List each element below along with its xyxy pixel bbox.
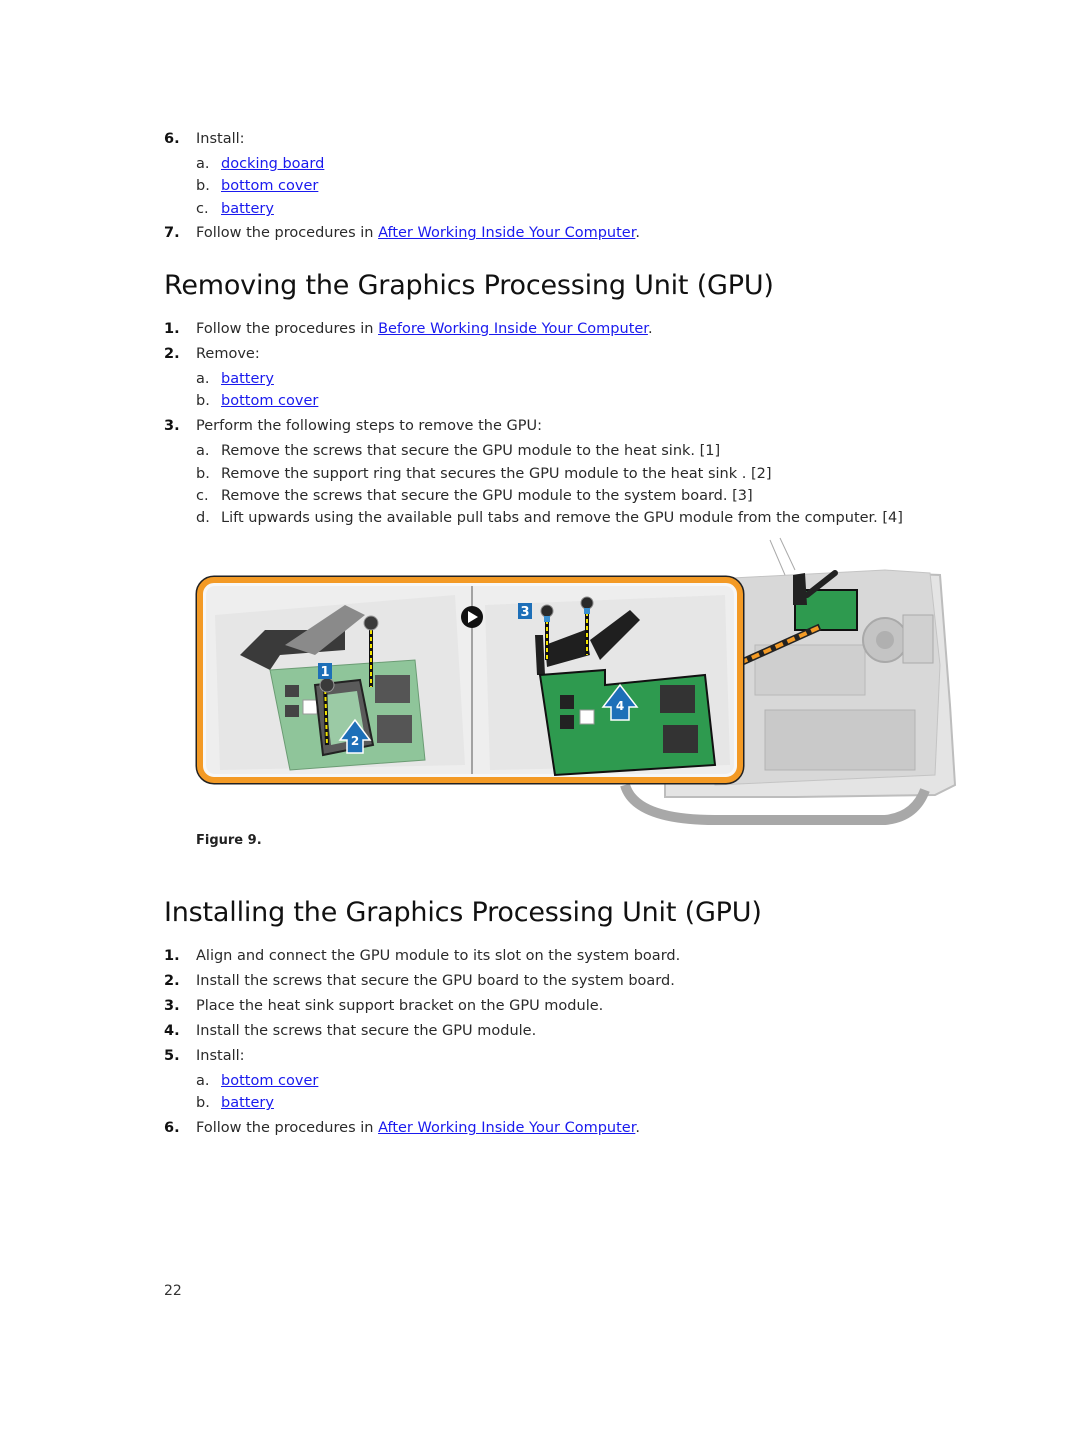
- step-number: 2.: [164, 973, 180, 989]
- next-step-icon: [461, 606, 483, 628]
- step-number: 3.: [164, 418, 180, 434]
- step-text: Perform the following steps to remove th…: [196, 418, 542, 434]
- step-number: 5.: [164, 1048, 180, 1064]
- item-text: Lift upwards using the available pull ta…: [221, 510, 903, 526]
- item-letter: b.: [196, 178, 210, 194]
- step-text: Install the screws that secure the GPU m…: [196, 1023, 537, 1039]
- bottom-cover-link[interactable]: bottom cover: [221, 1071, 318, 1091]
- callout-2-label: 2: [351, 734, 359, 748]
- item-letter: b.: [196, 1095, 210, 1111]
- step-text: Follow the procedures in After Working I…: [196, 223, 640, 243]
- step-number: 7.: [164, 225, 180, 241]
- text-prefix: Follow the procedures in: [196, 1120, 379, 1136]
- step-text: Install the screws that secure the GPU b…: [196, 973, 675, 989]
- item-text: Remove the screws that secure the GPU mo…: [221, 488, 753, 504]
- after-working-link[interactable]: After Working Inside Your Computer: [378, 225, 635, 241]
- callout-4-label: 4: [616, 699, 624, 713]
- item-letter: a.: [196, 156, 210, 172]
- callout-3: 3: [518, 603, 532, 620]
- item-letter: b.: [196, 393, 210, 409]
- item-text: Remove the screws that secure the GPU mo…: [221, 443, 721, 459]
- docking-board-link[interactable]: docking board: [221, 154, 324, 174]
- callout-3-label: 3: [520, 605, 529, 620]
- battery-link[interactable]: battery: [221, 1093, 274, 1113]
- section-title-installing: Installing the Graphics Processing Unit …: [164, 897, 762, 928]
- item-letter: c.: [196, 488, 209, 504]
- step-text: Follow the procedures in Before Working …: [196, 319, 653, 339]
- item-letter: a.: [196, 443, 210, 459]
- item-letter: d.: [196, 510, 210, 526]
- text-prefix: Follow the procedures in: [196, 321, 379, 337]
- battery-link[interactable]: battery: [221, 199, 274, 219]
- bottom-cover-link[interactable]: bottom cover: [221, 391, 318, 411]
- battery-link[interactable]: battery: [221, 369, 274, 389]
- bottom-cover-link[interactable]: bottom cover: [221, 176, 318, 196]
- text-suffix: .: [635, 1120, 640, 1136]
- step-text: Install:: [196, 131, 245, 147]
- document-page: 6. Install: a. docking board b. bottom c…: [0, 0, 1080, 1434]
- callout-1: 1: [318, 663, 332, 680]
- figure-caption: Figure 9.: [196, 833, 262, 848]
- step-number: 6.: [164, 131, 180, 147]
- text-suffix: .: [647, 321, 653, 337]
- item-letter: b.: [196, 466, 210, 482]
- item-text: Remove the support ring that secures the…: [221, 466, 772, 482]
- step-number: 6.: [164, 1120, 180, 1136]
- step-text: Follow the procedures in After Working I…: [196, 1118, 640, 1138]
- text-prefix: Follow the procedures in: [196, 225, 379, 241]
- callout-1-label: 1: [320, 665, 329, 680]
- item-letter: a.: [196, 1073, 210, 1089]
- step-number: 1.: [164, 321, 180, 337]
- step-number: 4.: [164, 1023, 180, 1039]
- item-letter: c.: [196, 201, 209, 217]
- item-letter: a.: [196, 371, 210, 387]
- step-text: Place the heat sink support bracket on t…: [196, 998, 604, 1014]
- before-working-link[interactable]: Before Working Inside Your Computer: [378, 321, 648, 337]
- step-text: Install:: [196, 1048, 245, 1064]
- after-working-link[interactable]: After Working Inside Your Computer: [378, 1120, 635, 1136]
- step-number: 2.: [164, 346, 180, 362]
- step-text: Align and connect the GPU module to its …: [196, 948, 681, 964]
- step-number: 1.: [164, 948, 180, 964]
- section-title-removing: Removing the Graphics Processing Unit (G…: [164, 270, 774, 301]
- step-text: Remove:: [196, 346, 260, 362]
- step-number: 3.: [164, 998, 180, 1014]
- text-suffix: .: [635, 225, 640, 241]
- page-number: 22: [164, 1283, 182, 1299]
- gpu-removal-figure: 1 2 3 4: [195, 537, 957, 825]
